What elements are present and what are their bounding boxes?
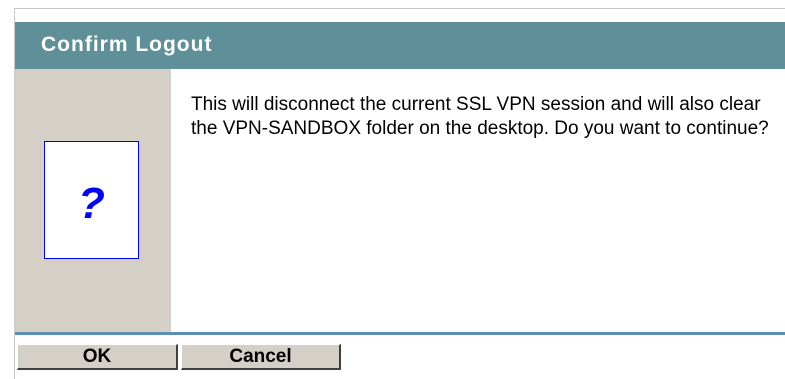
dialog-top-border (14, 8, 785, 9)
dialog-message: This will disconnect the current SSL VPN… (191, 94, 769, 139)
cancel-button[interactable]: Cancel (181, 344, 341, 370)
dialog-message-area: This will disconnect the current SSL VPN… (171, 69, 785, 332)
dialog-icon-pane: ? (15, 69, 171, 332)
dialog-title: Confirm Logout (41, 33, 213, 56)
dialog-button-bar: OK Cancel (15, 335, 785, 379)
question-icon: ? (44, 141, 139, 259)
dialog-title-bar: Confirm Logout (15, 22, 785, 69)
confirm-logout-dialog: Confirm Logout ? This will disconnect th… (0, 0, 785, 379)
question-mark-glyph: ? (78, 179, 105, 228)
ok-button[interactable]: OK (17, 344, 178, 370)
